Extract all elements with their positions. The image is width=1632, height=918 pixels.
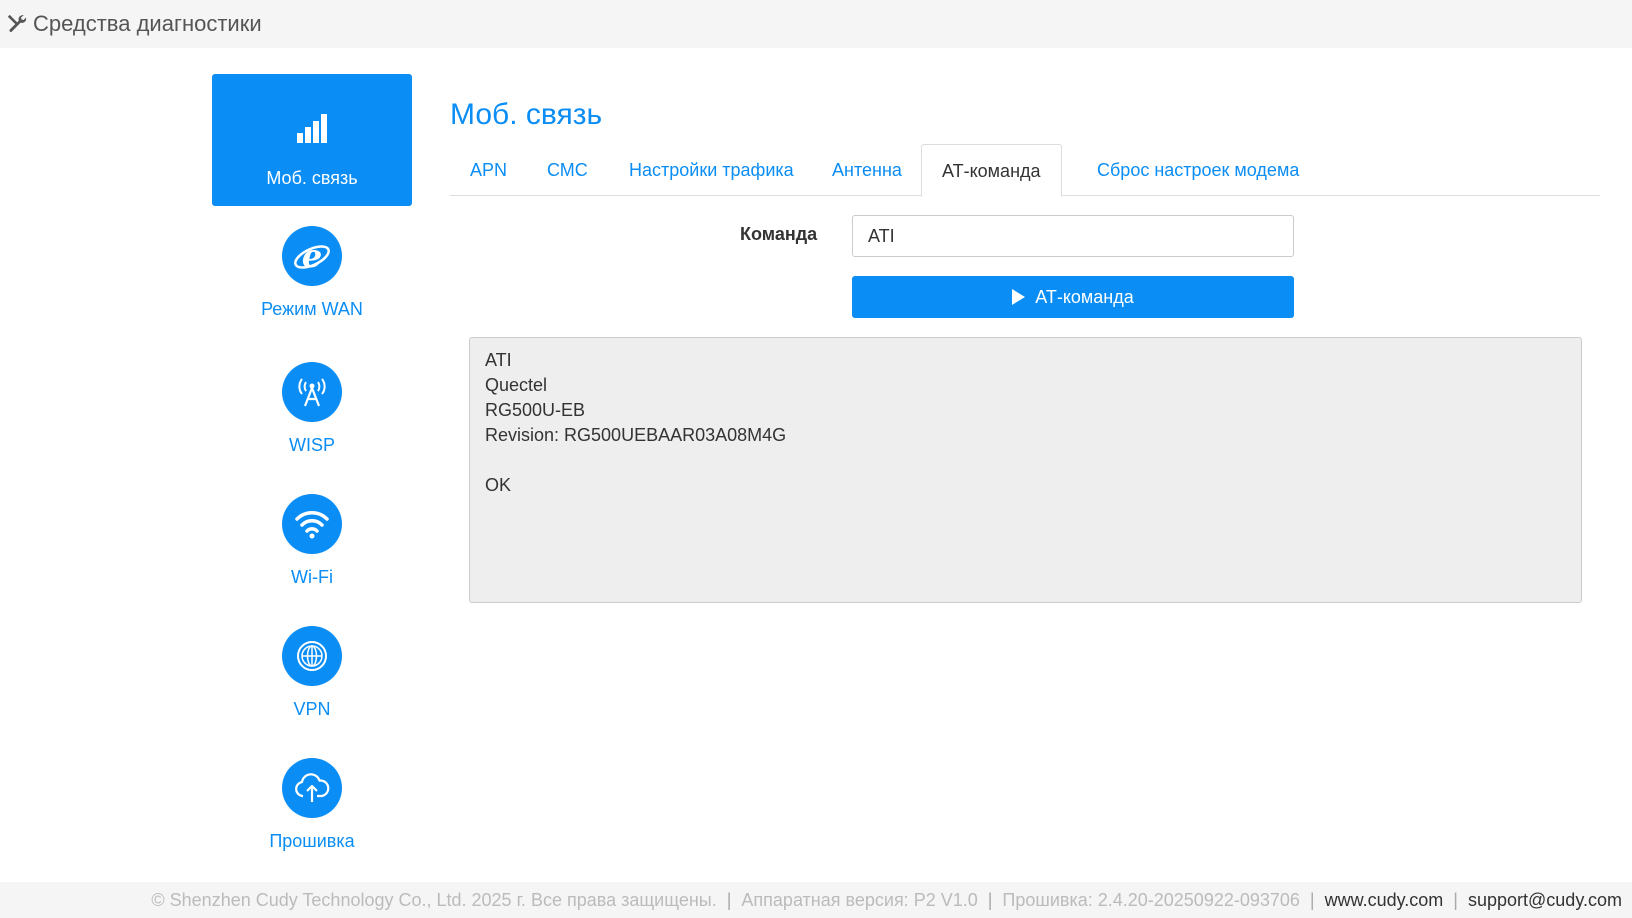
signal-bars-icon — [282, 98, 342, 158]
tab-bar: APN СМС Настройки трафика Антенна АТ-ком… — [450, 144, 1600, 197]
footer: © Shenzhen Cudy Technology Co., Ltd. 202… — [0, 882, 1632, 918]
sidebar-item-label: VPN — [293, 699, 331, 719]
footer-separator: | — [726, 889, 732, 910]
sidebar-item-label: Wi-Fi — [291, 567, 333, 587]
footer-separator: | — [987, 889, 993, 910]
footer-website-link[interactable]: www.cudy.com — [1325, 890, 1444, 911]
footer-separator: | — [1309, 889, 1315, 910]
tools-icon — [6, 13, 28, 35]
tab-traffic-settings[interactable]: Настройки трафика — [609, 144, 814, 196]
sidebar-item-vpn[interactable]: VPN — [212, 626, 412, 758]
tab-modem-reset[interactable]: Сброс настроек модема — [1077, 144, 1319, 196]
tab-at-command[interactable]: АТ-команда — [921, 144, 1062, 197]
sidebar-item-label: WISP — [288, 435, 335, 455]
footer-email-link[interactable]: support@cudy.com — [1468, 890, 1622, 911]
sidebar-item-firmware[interactable]: Прошивка — [212, 758, 412, 890]
footer-copyright: © Shenzhen Cudy Technology Co., Ltd. 202… — [151, 889, 717, 910]
command-input[interactable] — [852, 215, 1294, 257]
run-button-label: АТ-команда — [1035, 286, 1134, 307]
command-label: Команда — [740, 224, 818, 244]
wifi-icon — [282, 494, 342, 554]
play-icon — [1012, 289, 1026, 305]
header-bar: Средства диагностики — [0, 0, 1632, 48]
sidebar-item-wan[interactable]: e Режим WAN — [212, 226, 412, 358]
page-title: Моб. связь — [450, 98, 603, 131]
sidebar-item-mobile[interactable]: Моб. связь — [212, 74, 412, 206]
sidebar-item-label: Моб. связь — [266, 168, 358, 188]
globe-icon — [282, 626, 342, 686]
tab-sms[interactable]: СМС — [527, 144, 608, 196]
sidebar-item-label: Прошивка — [269, 831, 355, 851]
footer-firmware-version: Прошивка: 2.4.20-20250922-093706 — [1002, 889, 1300, 910]
tab-antenna[interactable]: Антенна — [812, 144, 922, 196]
antenna-tower-icon — [282, 362, 342, 422]
cloud-upload-icon — [282, 758, 342, 818]
sidebar-item-wisp[interactable]: WISP — [212, 362, 412, 494]
svg-text:e: e — [302, 237, 322, 275]
sidebar-item-wifi[interactable]: Wi-Fi — [212, 494, 412, 626]
tab-apn[interactable]: APN — [450, 144, 527, 196]
sidebar-item-label: Режим WAN — [261, 299, 363, 319]
footer-hardware-version: Аппаратная версия: P2 V1.0 — [741, 889, 978, 910]
internet-explorer-icon: e — [282, 226, 342, 286]
command-output: ATI Quectel RG500U-EB Revision: RG500UEB… — [469, 337, 1582, 603]
run-at-command-button[interactable]: АТ-команда — [852, 276, 1294, 318]
footer-separator: | — [1453, 889, 1458, 910]
page-header-title: Средства диагностики — [33, 11, 262, 36]
